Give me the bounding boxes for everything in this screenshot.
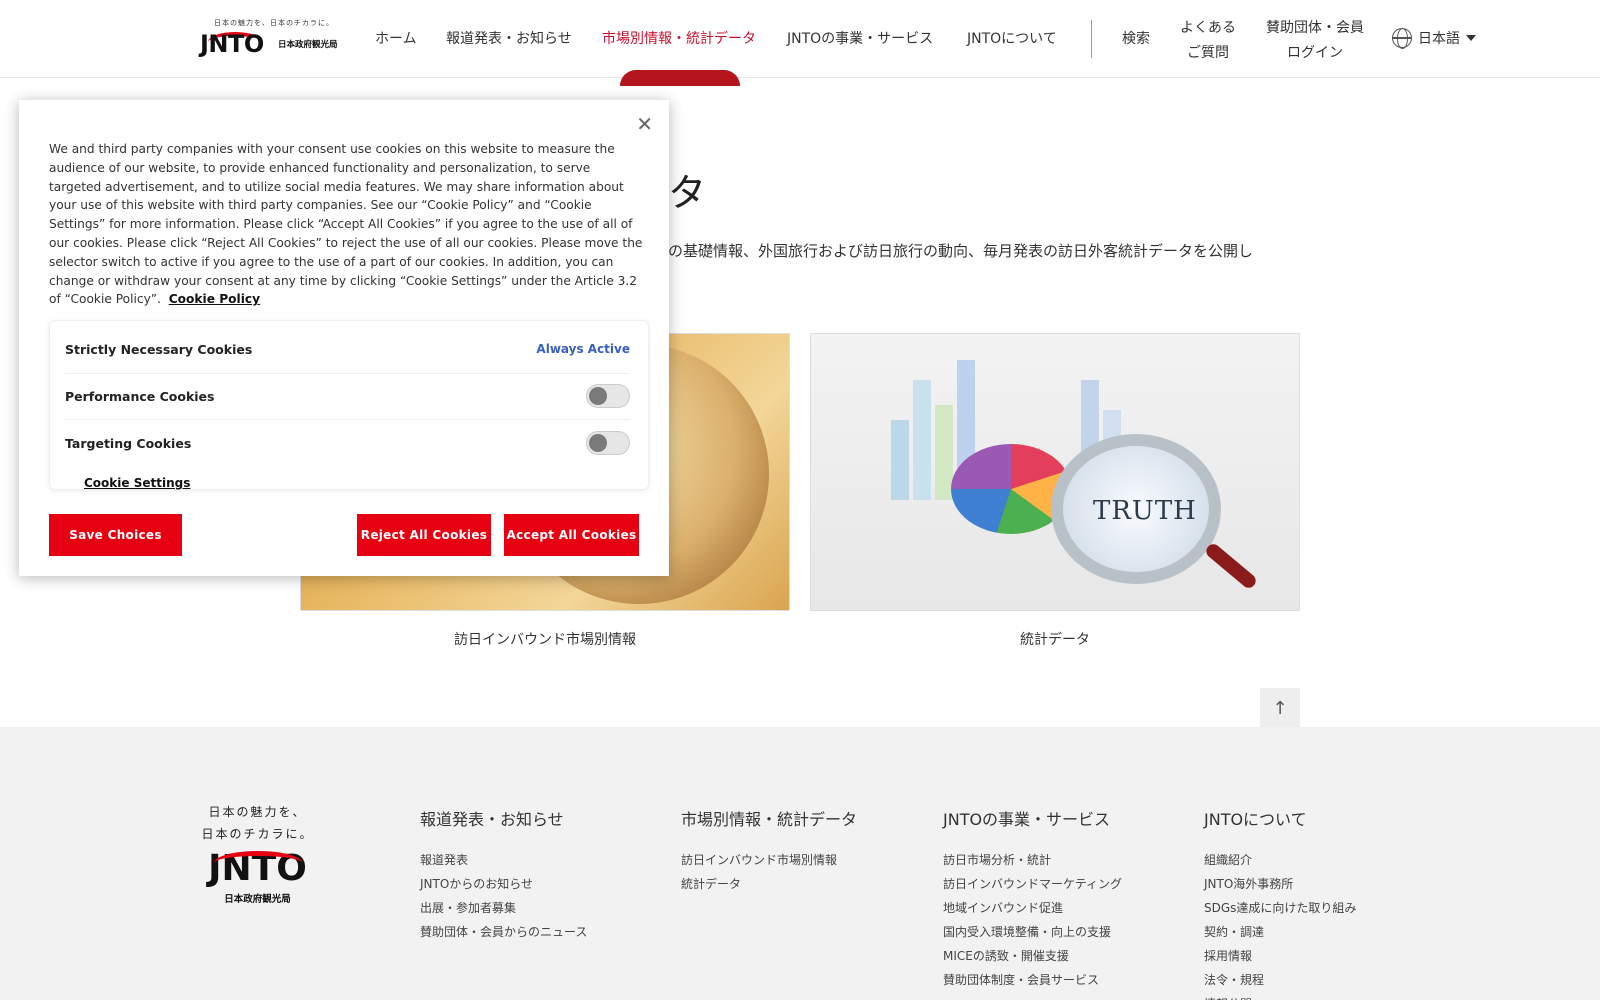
footer-link[interactable]: JNTOからのお知らせ (420, 872, 587, 896)
pref-targeting: Targeting Cookies (65, 425, 630, 461)
card-caption: 統計データ (1020, 632, 1090, 648)
card-caption: 訪日インバウンド市場別情報 (454, 632, 636, 648)
footer-logo-arc-icon (214, 851, 302, 875)
caret-down-icon (1466, 35, 1476, 41)
header-divider (1091, 20, 1092, 58)
cookie-policy-link[interactable]: Cookie Policy (169, 292, 260, 306)
footer-column-title[interactable]: 市場別情報・統計データ (681, 806, 857, 830)
magnifier-text: TRUTH (1093, 496, 1197, 526)
footer-link[interactable]: 統計データ (681, 872, 857, 896)
footer-org-name: 日本政府観光局 (224, 894, 291, 905)
pref-label: Targeting Cookies (65, 435, 192, 451)
footer-link[interactable]: 組織紹介 (1204, 848, 1356, 872)
footer-tagline-line2: 日本のチカラに。 (201, 827, 314, 841)
save-choices-button[interactable]: Save Choices (49, 514, 182, 556)
globe-icon (1392, 28, 1412, 49)
footer-link[interactable]: 賛助団体・会員からのニュース (420, 920, 587, 944)
back-to-top-button[interactable]: ↑ (1260, 688, 1300, 728)
nav-home[interactable]: ホーム (375, 28, 417, 48)
footer-column-title[interactable]: JNTOの事業・サービス (943, 806, 1122, 830)
footer-link[interactable]: 報道発表 (420, 848, 587, 872)
footer-column-market: 市場別情報・統計データ 訪日インバウンド市場別情報 統計データ (681, 806, 857, 896)
nav-market-stats[interactable]: 市場別情報・統計データ (602, 28, 756, 48)
always-active-label: Always Active (536, 342, 630, 356)
footer-link[interactable]: 賛助団体制度・会員サービス (943, 968, 1122, 992)
divider (65, 419, 630, 420)
site-header: 日本の魅力を、日本のチカラに。 JNTO 日本政府観光局 ホーム 報道発表・お知… (0, 0, 1600, 86)
footer-link[interactable]: 訪日インバウンドマーケティング (943, 872, 1122, 896)
footer-link[interactable]: MICEの誘致・開催支援 (943, 944, 1122, 968)
site-footer: 日本の魅力を、 日本のチカラに。 JNTO 日本政府観光局 報道発表・お知らせ … (0, 727, 1600, 1000)
nav-active-indicator (620, 70, 740, 86)
pref-performance: Performance Cookies (65, 378, 630, 414)
pref-label: Strictly Necessary Cookies (65, 341, 253, 357)
member-login-line1: 賛助団体・会員 (1266, 20, 1364, 36)
targeting-toggle[interactable] (586, 431, 630, 455)
footer-link[interactable]: 訪日市場分析・統計 (943, 848, 1122, 872)
cookie-preferences-panel: Strictly Necessary Cookies Always Active… (49, 320, 649, 490)
cookie-settings-link[interactable]: Cookie Settings (84, 476, 190, 490)
footer-link[interactable]: 法令・規程 (1204, 968, 1356, 992)
jnto-logo[interactable]: 日本の魅力を、日本のチカラに。 JNTO 日本政府観光局 (200, 16, 350, 66)
footer-column-title[interactable]: JNTOについて (1204, 806, 1356, 830)
footer-link[interactable]: JNTO海外事務所 (1204, 872, 1356, 896)
faq-line1: よくある (1180, 20, 1236, 36)
footer-link[interactable]: 採用情報 (1204, 944, 1356, 968)
reject-all-cookies-button[interactable]: Reject All Cookies (357, 514, 491, 556)
faq-link[interactable]: よくある ご質問 (1180, 16, 1236, 66)
footer-column-title[interactable]: 報道発表・お知らせ (420, 806, 587, 830)
footer-link[interactable]: 契約・調達 (1204, 920, 1356, 944)
logo-org-name: 日本政府観光局 (278, 40, 338, 50)
language-selector[interactable]: 日本語 (1392, 28, 1476, 49)
magnifier-image: TRUTH (1051, 434, 1221, 584)
search-link[interactable]: 検索 (1122, 28, 1150, 48)
footer-link[interactable]: 訪日インバウンド市場別情報 (681, 848, 857, 872)
magnifier-handle-image (1203, 541, 1259, 591)
footer-column-services: JNTOの事業・サービス 訪日市場分析・統計 訪日インバウンドマーケティング 地… (943, 806, 1122, 992)
nav-services[interactable]: JNTOの事業・サービス (787, 28, 933, 48)
close-icon[interactable]: ✕ (636, 112, 653, 136)
footer-link[interactable]: 出展・参加者募集 (420, 896, 587, 920)
footer-tagline-line1: 日本の魅力を、 (208, 805, 307, 819)
member-login-link[interactable]: 賛助団体・会員 ログイン (1266, 16, 1364, 66)
accept-all-cookies-button[interactable]: Accept All Cookies (504, 514, 639, 556)
logo-tagline: 日本の魅力を、日本のチカラに。 (214, 19, 334, 27)
nav-about[interactable]: JNTOについて (967, 28, 1057, 48)
card-statistics[interactable]: TRUTH 統計データ (810, 333, 1300, 649)
footer-link[interactable]: SDGs達成に向けた取り組み (1204, 896, 1356, 920)
statistics-photo: TRUTH (810, 333, 1300, 611)
logo-wordmark: JNTO (200, 30, 264, 58)
performance-toggle[interactable] (586, 384, 630, 408)
footer-link[interactable]: 地域インバウンド促進 (943, 896, 1122, 920)
divider (65, 373, 630, 374)
nav-press[interactable]: 報道発表・お知らせ (446, 28, 572, 48)
arrow-up-icon: ↑ (1272, 697, 1288, 719)
faq-line2: ご質問 (1187, 45, 1229, 61)
footer-link[interactable]: 情報公開 (1204, 992, 1356, 1000)
language-label: 日本語 (1418, 31, 1460, 47)
page-description-visible: の基礎情報、外国旅行および訪日旅行の動向、毎月発表の訪日外客統計データを公開し (668, 242, 1254, 260)
member-login-line2: ログイン (1287, 45, 1343, 61)
footer-column-press: 報道発表・お知らせ 報道発表 JNTOからのお知らせ 出展・参加者募集 賛助団体… (420, 806, 587, 944)
pref-strictly-necessary: Strictly Necessary Cookies Always Active (65, 331, 630, 367)
cookie-body: We and third party companies with your c… (49, 140, 643, 309)
footer-column-about: JNTOについて 組織紹介 JNTO海外事務所 SDGs達成に向けた取り組み 契… (1204, 806, 1356, 1000)
footer-logo[interactable]: 日本の魅力を、 日本のチカラに。 JNTO 日本政府観光局 (200, 801, 315, 921)
footer-link[interactable]: 国内受入環境整備・向上の支援 (943, 920, 1122, 944)
pref-label: Performance Cookies (65, 388, 215, 404)
footer-wordmark: JNTO (200, 851, 315, 887)
cookie-consent-dialog: ✕ We and third party companies with your… (19, 100, 669, 576)
cookie-body-text: We and third party companies with your c… (49, 142, 643, 307)
